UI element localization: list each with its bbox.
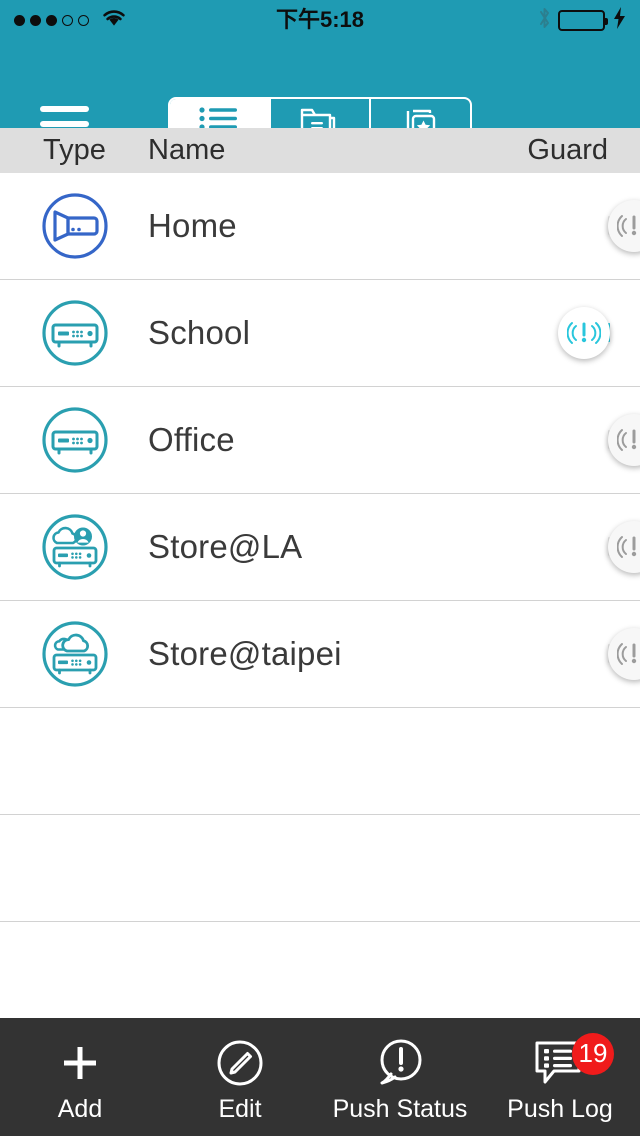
device-list: Home School Office Store@LA Store@taipei [0,173,640,1029]
toggle-knob [558,306,610,359]
toggle-knob [608,520,640,573]
status-bar: 下午5:18 [0,0,640,40]
siren-alert-icon [617,535,637,558]
status-bar-left [14,8,214,33]
device-name: Store@LA [148,528,303,565]
siren-alert-icon [617,214,637,237]
signal-dot [14,14,25,26]
ip-camera-icon [40,191,110,261]
signal-dot [46,14,57,26]
table-row[interactable]: Office [0,387,640,494]
table-row[interactable]: Store@taipei [0,601,640,708]
toolbar-push-log-label: Push Log [507,1094,613,1123]
toolbar-add-label: Add [57,1094,103,1123]
toolbar-push-status-label: Push Status [332,1094,468,1123]
toggle-knob [608,413,640,466]
nav-bar [0,40,640,154]
toolbar-push-log-button[interactable]: 19 Push Log [480,1018,640,1136]
list-item-empty [0,708,640,815]
guard-toggle-off[interactable] [608,520,640,573]
status-bar-right [426,6,626,35]
list-item-empty [0,922,640,1029]
guard-toggle-off[interactable] [608,413,640,466]
bluetooth-icon [537,6,552,35]
signal-dot [62,14,73,26]
battery-icon [558,9,608,31]
signal-dot [78,14,89,26]
guard-toggle-off[interactable] [608,627,640,680]
siren-alert-icon [567,321,601,344]
column-header-name: Name [148,134,226,166]
signal-dot [30,14,41,26]
toggle-knob [608,199,640,252]
pencil-circle-icon [214,1037,266,1089]
nvr-recorder-icon [40,405,110,475]
table-row[interactable]: School [0,280,640,387]
toolbar-edit-button[interactable]: Edit [160,1018,320,1136]
table-row[interactable]: Home [0,173,640,280]
table-row[interactable]: Store@LA [0,494,640,601]
list-item-empty [0,815,640,922]
cloud-user-nvr-icon [40,512,110,582]
column-header: Type Name Guard [0,128,640,173]
column-header-type: Type [43,134,106,166]
column-header-guard: Guard [527,134,608,166]
siren-alert-icon [617,428,637,451]
status-badge: 19 [572,1032,614,1075]
toggle-knob [608,627,640,680]
hamburger-bar [40,120,89,127]
device-name: Home [148,207,237,244]
app-screen: 下午5:18 Type Name Guard Home School Offic… [0,0,640,1136]
guard-toggle-off[interactable] [608,199,640,252]
guard-toggle[interactable] [608,627,640,680]
alert-bubble-icon [373,1037,427,1089]
log-bubble-icon: 19 [532,1032,614,1089]
nvr-recorder-icon [40,298,110,368]
hamburger-bar [40,106,89,112]
wifi-icon [101,8,127,33]
device-name: Office [148,421,235,458]
toolbar-edit-label: Edit [218,1094,262,1123]
plus-icon [54,1037,106,1089]
toolbar-push-status-button[interactable]: Push Status [320,1018,480,1136]
guard-toggle[interactable] [608,520,640,573]
guard-toggle[interactable] [608,413,640,466]
toolbar-add-button[interactable]: Add [0,1018,160,1136]
cloud-nvr-icon [40,619,110,689]
siren-alert-icon [617,642,637,665]
device-name: Store@taipei [148,635,342,672]
bottom-toolbar: Add Edit Push Status 19 Push Log [0,1018,640,1136]
guard-toggle[interactable] [608,199,640,252]
signal-strength-dots [14,14,89,26]
guard-toggle[interactable] [558,306,610,359]
device-name: School [148,314,251,351]
guard-toggle-on[interactable] [558,306,610,359]
status-bar-time: 下午5:18 [275,7,365,32]
charging-bolt-icon [613,6,626,34]
